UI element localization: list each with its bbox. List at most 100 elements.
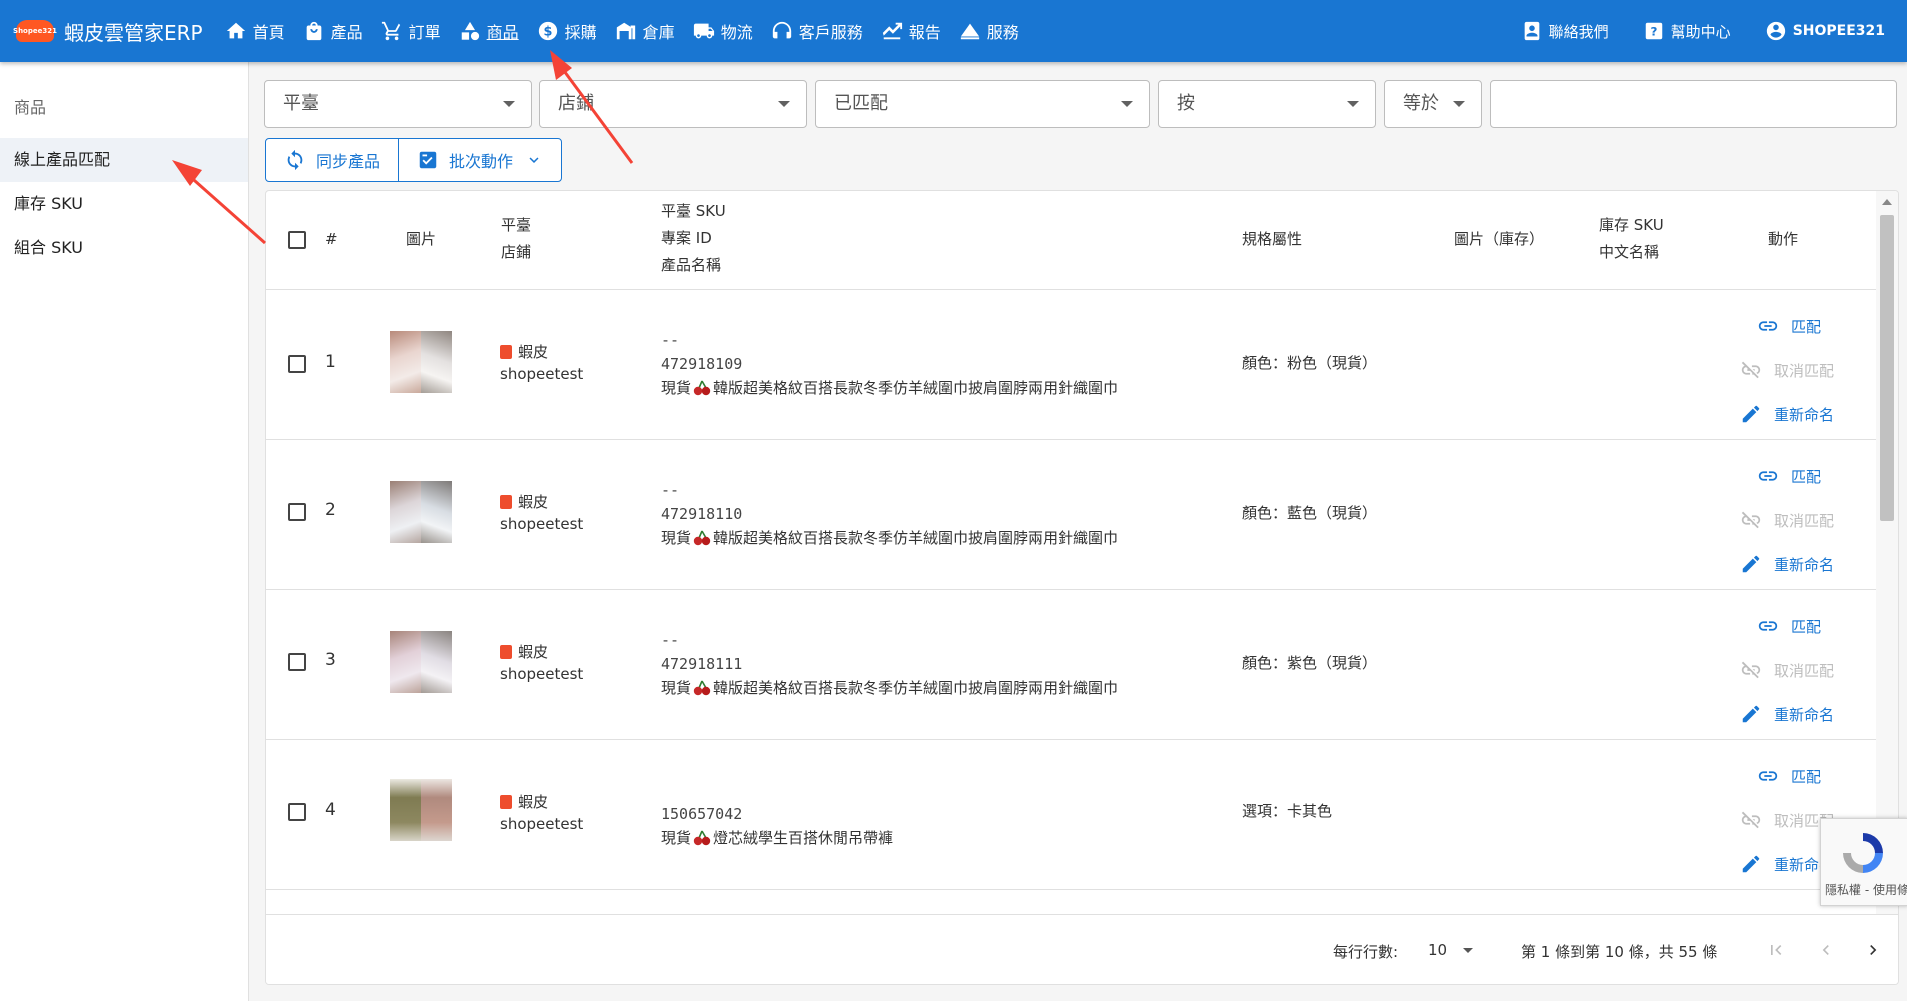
- svg-text:?: ?: [1650, 25, 1657, 39]
- brand-title: 蝦皮雲管家ERP: [64, 20, 203, 45]
- sidebar-item-combo-sku[interactable]: 組合 SKU: [0, 226, 248, 270]
- match-button[interactable]: 匹配: [1757, 615, 1821, 637]
- contact-us-link[interactable]: 聯絡我們: [1521, 20, 1609, 42]
- pencil-icon: [1742, 855, 1760, 873]
- link-icon: [1758, 471, 1778, 481]
- rows-per-page-value: 10: [1428, 941, 1448, 959]
- help-icon: ?: [1645, 22, 1662, 40]
- chevron-down-icon: [1121, 101, 1133, 107]
- help-center-link[interactable]: ? 幫助中心: [1643, 20, 1731, 42]
- chevron-down-icon: [1347, 101, 1359, 107]
- products-table: # 圖片 平臺 店鋪 平臺 SKU 專案 ID 產品名稱 規格屬性 圖片（庫存）…: [265, 190, 1899, 985]
- row-checkbox[interactable]: [288, 653, 306, 671]
- nav-warehouse[interactable]: 倉庫: [615, 19, 675, 43]
- store-select[interactable]: 店鋪: [539, 80, 807, 128]
- row-checkbox[interactable]: [288, 503, 306, 521]
- chevron-down-icon: [503, 101, 515, 107]
- nav-label: 報告: [908, 23, 941, 42]
- nav-customer-service[interactable]: 客戶服務: [771, 19, 863, 43]
- shopee-icon: [500, 344, 512, 359]
- platform-cell: 蝦皮: [500, 641, 548, 662]
- search-input[interactable]: [1490, 80, 1897, 128]
- match-button[interactable]: 匹配: [1757, 465, 1821, 487]
- platform-name: 蝦皮: [518, 643, 549, 661]
- match-status-select[interactable]: 已匹配: [815, 80, 1150, 128]
- operator-select[interactable]: 等於: [1384, 80, 1482, 128]
- nav-label: 訂單: [408, 23, 441, 42]
- link-icon: [1758, 621, 1778, 631]
- unmatch-button[interactable]: 取消匹配: [1740, 359, 1834, 381]
- nav-logistics[interactable]: 物流: [693, 19, 753, 43]
- platform-select[interactable]: 平臺: [264, 80, 532, 128]
- nav-services[interactable]: 服務: [959, 19, 1019, 43]
- nav-purchase[interactable]: $ 採購: [537, 19, 597, 43]
- match-label: 匹配: [1791, 317, 1822, 336]
- scrollbar-thumb[interactable]: [1880, 215, 1894, 521]
- platform-name: 蝦皮: [518, 493, 549, 511]
- match-label: 匹配: [1791, 767, 1822, 786]
- header-platform-sku: 平臺 SKU: [661, 202, 726, 220]
- row-index: 3: [325, 650, 336, 670]
- nav-orders[interactable]: 訂單: [381, 19, 441, 43]
- sync-icon: [287, 149, 303, 171]
- table-scrollbar[interactable]: [1876, 191, 1898, 914]
- rename-button[interactable]: 重新命名: [1740, 703, 1834, 725]
- pagination-range: 第 1 條到第 10 條，共 55 條: [1521, 943, 1718, 961]
- scroll-up-arrow-icon[interactable]: [1882, 199, 1892, 205]
- match-button[interactable]: 匹配: [1757, 765, 1821, 787]
- select-all-checkbox[interactable]: [288, 231, 306, 249]
- account-menu[interactable]: SHOPEE321: [1765, 20, 1885, 42]
- nav-label: 倉庫: [642, 23, 675, 42]
- nav-label: 首頁: [252, 23, 285, 42]
- header-stock-sku: 庫存 SKU: [1599, 216, 1664, 234]
- cherry-icon: [693, 680, 711, 696]
- table-header: # 圖片 平臺 店鋪 平臺 SKU 專案 ID 產品名稱 規格屬性 圖片（庫存）…: [266, 191, 1876, 290]
- rename-button[interactable]: 重新命名: [1740, 553, 1834, 575]
- unmatch-label: 取消匹配: [1774, 661, 1835, 680]
- spec-attribute: 選項：卡其色: [1242, 802, 1333, 820]
- product-name: 現貨 韓版超美格紋百搭長款冬季仿羊絨圍巾披肩圍脖兩用針織圍巾: [661, 527, 1118, 548]
- product-name: 現貨 韓版超美格紋百搭長款冬季仿羊絨圍巾披肩圍脖兩用針織圍巾: [661, 377, 1118, 398]
- nav-reports[interactable]: 報告: [881, 19, 941, 43]
- platform-name: 蝦皮: [518, 793, 549, 811]
- nav-home[interactable]: 首頁: [225, 19, 285, 43]
- product-thumbnail[interactable]: [390, 481, 452, 543]
- account-name: SHOPEE321: [1792, 23, 1885, 39]
- batch-actions-button[interactable]: 批次動作: [398, 139, 561, 181]
- unmatch-button[interactable]: 取消匹配: [1740, 509, 1834, 531]
- platform-sku: --: [661, 631, 680, 649]
- match-button[interactable]: 匹配: [1757, 315, 1821, 337]
- row-checkbox[interactable]: [288, 355, 306, 373]
- product-thumbnail[interactable]: [390, 331, 452, 393]
- product-name-text: 韓版超美格紋百搭長款冬季仿羊絨圍巾披肩圍脖兩用針織圍巾: [713, 679, 1119, 697]
- nav-products[interactable]: 產品: [303, 19, 363, 43]
- sync-products-label: 同步產品: [316, 152, 381, 171]
- product-thumbnail[interactable]: [390, 631, 452, 693]
- first-page-button[interactable]: [1761, 935, 1791, 965]
- header-cn-name: 中文名稱: [1599, 243, 1660, 261]
- shapes-icon: [461, 21, 479, 41]
- main-nav: 首頁 產品 訂單 商品 $ 採購 倉庫 物流 客戶服務 報告 服務: [225, 19, 1037, 43]
- store-select-value: 店鋪: [558, 93, 594, 114]
- product-thumbnail[interactable]: [390, 779, 452, 841]
- warehouse-icon: [616, 22, 635, 40]
- nav-goods[interactable]: 商品: [459, 19, 519, 43]
- sidebar-item-stock-sku[interactable]: 庫存 SKU: [0, 182, 248, 226]
- chevron-down-icon: [1453, 101, 1465, 107]
- rename-button[interactable]: 重新命名: [1740, 403, 1834, 425]
- unmatch-button[interactable]: 取消匹配: [1740, 659, 1834, 681]
- previous-page-button[interactable]: [1811, 935, 1841, 965]
- product-name-prefix: 現貨: [661, 829, 692, 847]
- recaptcha-terms[interactable]: 隱私權 - 使用條款: [1825, 881, 1907, 898]
- sync-products-button[interactable]: 同步產品: [266, 139, 398, 181]
- search-field-select[interactable]: 按: [1158, 80, 1376, 128]
- next-page-button[interactable]: [1858, 935, 1888, 965]
- row-checkbox[interactable]: [288, 803, 306, 821]
- store-name: shopeetest: [500, 515, 584, 533]
- sidebar-item-online-product-match[interactable]: 線上產品匹配: [0, 138, 248, 182]
- recaptcha-badge[interactable]: 隱私權 - 使用條款: [1820, 818, 1907, 906]
- project-id: 472918111: [661, 655, 743, 673]
- brand[interactable]: Shopee321 蝦皮雲管家ERP: [13, 17, 203, 46]
- platform-cell: 蝦皮: [500, 491, 548, 512]
- rows-per-page-select[interactable]: 10: [1428, 941, 1474, 959]
